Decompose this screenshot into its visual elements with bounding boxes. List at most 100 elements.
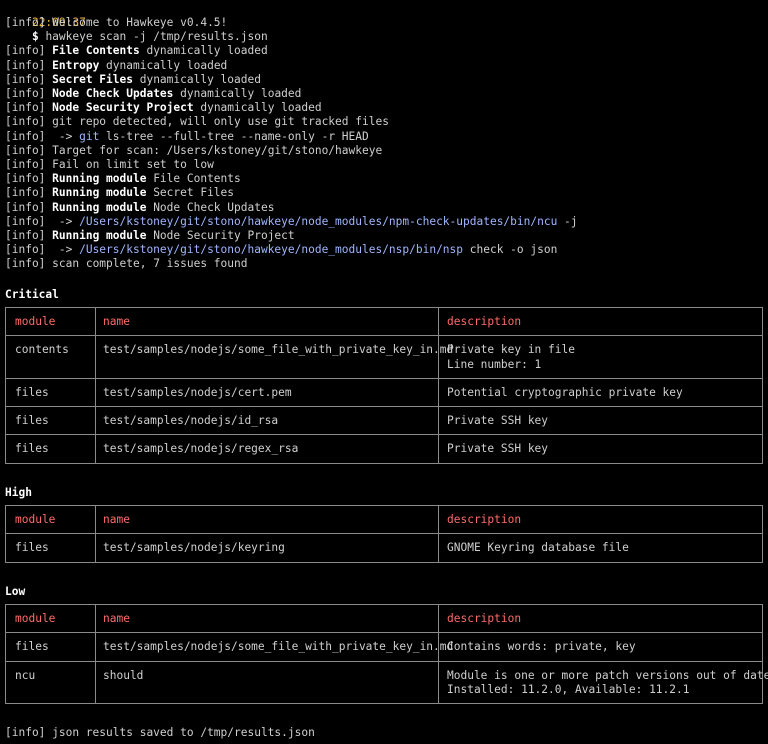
section-title: Low [5, 585, 26, 598]
table-rule [5, 505, 763, 506]
cell-description: Private SSH key [447, 414, 549, 428]
log-text: Secret Files [146, 186, 235, 200]
log-prefix: [info] [5, 200, 53, 214]
table-column-divider [762, 505, 763, 562]
log-line: [info] Target for scan: /Users/kstoney/g… [5, 144, 382, 158]
log-text: dynamically loaded [132, 72, 261, 86]
log-prefix: [info] -> [5, 243, 80, 257]
log-bold: Node Check Updates [52, 87, 174, 100]
log-prefix: [info] [5, 143, 53, 157]
log-line: [info] -> git ls-tree --full-tree --name… [5, 130, 369, 144]
log-prefix: [info] [5, 186, 53, 200]
table-rule [5, 561, 763, 563]
cell-name: test/samples/nodejs/some_file_with_priva… [103, 640, 454, 654]
log-text: File Contents [146, 172, 241, 186]
log-line: [info] File Contents dynamically loaded [5, 44, 268, 58]
log-line: [info] Secret Files dynamically loaded [5, 73, 261, 87]
log-text: ls-tree --full-tree --name-only -r HEAD [99, 129, 369, 143]
log-line: [info] -> /Users/kstoney/git/stono/hawke… [5, 243, 557, 257]
section-title: Critical [5, 288, 59, 301]
cell-module: ncu [15, 668, 36, 682]
table-column-divider [762, 604, 763, 704]
table-rule [5, 406, 763, 408]
prompt-symbol: $ [31, 30, 39, 43]
results-table: module name description files test/samples/n… [5, 604, 768, 705]
table-rule [5, 377, 763, 379]
log-text: dynamically loaded [193, 101, 322, 115]
table-rule [5, 632, 763, 634]
table-column-divider [438, 307, 439, 463]
log-text: Fail on limit set to low [52, 158, 214, 171]
log-bold: Running module [52, 186, 147, 200]
log-prefix: [info] [5, 115, 53, 129]
log-text: Node Security Project [146, 229, 295, 242]
log-prefix: [info] [5, 257, 53, 271]
log-line: [info] Running module Secret Files [5, 186, 234, 200]
log-text: check -o json [463, 243, 558, 257]
log-prefix: [info] [5, 44, 53, 58]
log-prefix: [info] [5, 16, 53, 29]
table-rule [5, 307, 763, 308]
log-bold: Node Security Project [52, 101, 194, 115]
log-text: dynamically loaded [173, 87, 302, 100]
log-text: Welcome to Hawkeye v0.4.5! [52, 16, 228, 29]
log-line: [info] Node Security Project dynamically… [5, 101, 322, 115]
log-text: dynamically loaded [99, 58, 228, 72]
cell-description: GNOME Keyring database file [447, 541, 629, 555]
results-table: module name description contents test/sample… [5, 307, 763, 464]
log-line: [info] Fail on limit set to low [5, 158, 214, 172]
command-line: 22:09:37 $ hawkeye scan -j /tmp/results.… [5, 2, 268, 43]
section-title: High [5, 486, 32, 499]
log-text: -j [557, 214, 578, 228]
log-text: dynamically loaded [139, 44, 268, 58]
log-line: [info] Entropy dynamically loaded [5, 59, 227, 73]
log-prefix: [info] [5, 229, 53, 242]
cell-description: Contains words: private, key [447, 640, 636, 654]
log-line: [info] Running module Node Check Updates [5, 201, 274, 215]
log-prefix: [info] [5, 72, 53, 86]
log-prefix: [info] [5, 58, 53, 72]
log-bold: Running module [52, 172, 147, 186]
log-prefix: [info] -> [5, 129, 80, 143]
terminal-window[interactable]: 22:09:37 $ hawkeye scan -j /tmp/results.… [0, 0, 768, 744]
log-prefix: [info] [5, 158, 53, 171]
cell-description: Private key in file [447, 343, 575, 357]
table-rule [5, 335, 763, 337]
log-path: /Users/kstoney/git/stono/hawkeye/node_mo… [79, 214, 558, 228]
cell-description: Potential cryptographic private key [447, 385, 683, 399]
log-prefix: [info] -> [5, 214, 80, 228]
log-line: [info] git repo detected, will only use … [5, 115, 389, 129]
cell-module: files [15, 541, 49, 555]
cell-description: Line number: 1 [447, 357, 542, 371]
cell-name: test/samples/nodejs/id_rsa [103, 414, 279, 428]
cell-description: Private SSH key [447, 442, 549, 456]
table-rule [5, 462, 763, 464]
cell-name: test/samples/nodejs/regex_rsa [103, 442, 299, 456]
results-table: module name description files test/samples/n… [5, 505, 763, 563]
column-header-module: module [15, 315, 56, 328]
log-prefix: [info] [5, 101, 53, 115]
table-column-divider [5, 604, 6, 704]
cell-module: files [15, 385, 49, 399]
log-path: /Users/kstoney/git/stono/hawkeye/node_mo… [79, 243, 464, 257]
table-rule [5, 703, 763, 705]
table-column-divider [95, 604, 96, 704]
cell-module: files [15, 640, 49, 654]
cell-module: contents [15, 343, 69, 357]
table-column-divider [5, 505, 6, 562]
log-line: [info] Running module File Contents [5, 172, 241, 186]
column-header-name: name [103, 315, 130, 328]
log-text: Target for scan: /Users/kstoney/git/ston… [52, 143, 383, 157]
column-header-module: module [15, 513, 56, 526]
log-bold: Running module [52, 200, 147, 214]
column-header-description: description [447, 513, 522, 526]
log-bold: Secret Files [52, 72, 133, 86]
table-column-divider [5, 307, 6, 463]
table-rule [5, 434, 763, 436]
cell-name: test/samples/nodejs/keyring [103, 541, 285, 555]
cell-name: test/samples/nodejs/some_file_with_priva… [103, 343, 454, 357]
column-header-name: name [103, 612, 130, 625]
cell-description: Installed: 11.2.0, Available: 11.2.1 [447, 682, 690, 696]
log-line: [info] scan complete, 7 issues found [5, 257, 247, 271]
log-text: git repo detected, will only use git tra… [52, 115, 389, 129]
